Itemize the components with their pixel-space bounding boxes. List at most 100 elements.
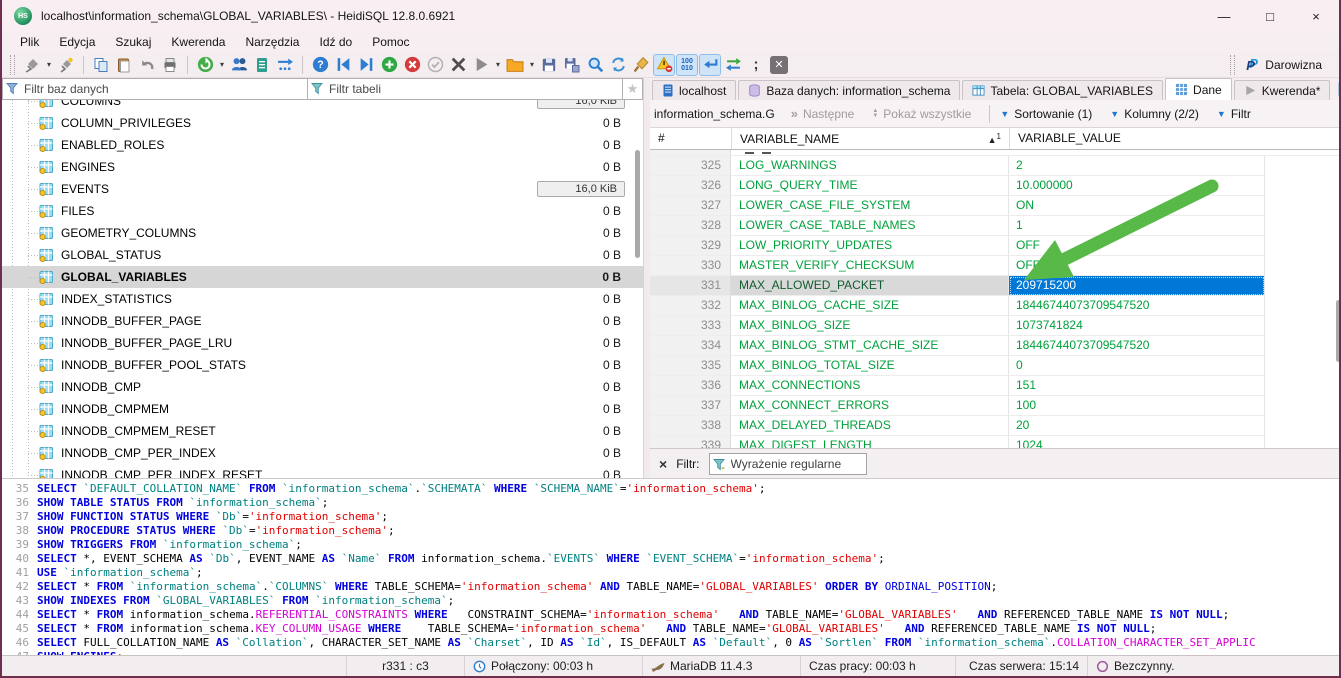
menu-narzędzia[interactable]: Narzędzia	[235, 35, 309, 49]
table-row[interactable]: 338MAX_DELAYED_THREADS20	[650, 416, 1341, 436]
column-header-rownum[interactable]: #	[650, 128, 731, 149]
grid-cell[interactable]: LOW_PRIORITY_UPDATES	[731, 236, 1009, 256]
minimize-button[interactable]: —	[1201, 0, 1247, 32]
grid-cell[interactable]: 0	[1009, 356, 1265, 376]
tree-item-innodb_cmp[interactable]: INNODB_CMP0 B	[2, 376, 643, 398]
grid-cell[interactable]: 334	[650, 336, 731, 356]
grid-cell[interactable]: 329	[650, 236, 731, 256]
grid-cell[interactable]: 339	[650, 436, 731, 448]
grid-cell[interactable]: 338	[650, 416, 731, 436]
tree-item-enabled_roles[interactable]: ENABLED_ROLES0 B	[2, 134, 643, 156]
toolbar-grip[interactable]	[10, 55, 15, 75]
tree-item-geometry_columns[interactable]: GEOMETRY_COLUMNS0 B	[2, 222, 643, 244]
tree-item-global_variables[interactable]: GLOBAL_VARIABLES0 B	[2, 266, 643, 288]
reformat-button[interactable]	[722, 54, 744, 76]
menu-kwerenda[interactable]: Kwerenda	[161, 35, 235, 49]
tree-item-files[interactable]: FILES0 B	[2, 200, 643, 222]
tab-data[interactable]: Dane	[1165, 78, 1232, 100]
new-query-tab-button[interactable]	[1332, 78, 1341, 100]
grid-scrollbar-thumb[interactable]	[1336, 300, 1341, 362]
grid-cell[interactable]: MAX_DELAYED_THREADS	[731, 416, 1009, 436]
tree-item-innodb_buffer_pool_stats[interactable]: INNODB_BUFFER_POOL_STATS0 B	[2, 354, 643, 376]
grid-cell[interactable]: 1024	[1009, 436, 1265, 448]
grid-cell[interactable]: 100	[1009, 396, 1265, 416]
grid-cell[interactable]: 337	[650, 396, 731, 416]
grid-cell[interactable]: MAX_BINLOG_TOTAL_SIZE	[731, 356, 1009, 376]
grid-cell[interactable]: 327	[650, 196, 731, 216]
grid-cell[interactable]: 336	[650, 376, 731, 396]
grid-cell[interactable]: 1	[1009, 216, 1265, 236]
grid-cell[interactable]: 331	[650, 276, 731, 296]
grid-cell[interactable]: MAX_DIGEST_LENGTH	[731, 436, 1009, 448]
table-filter-input[interactable]	[307, 78, 622, 100]
table-row[interactable]: 327LOWER_CASE_FILE_SYSTEMON	[650, 196, 1341, 216]
wrap-lines-toggle-button[interactable]	[699, 54, 721, 76]
paste-button[interactable]	[113, 54, 135, 76]
tab-host[interactable]: localhost	[652, 80, 736, 100]
run-dropdown-icon[interactable]: ▾	[493, 60, 503, 69]
favorites-star-icon[interactable]: ★	[622, 78, 643, 100]
filter-button[interactable]: ▼ Filtr	[1217, 107, 1251, 121]
undo-button[interactable]	[136, 54, 158, 76]
grid-cell[interactable]: OFF	[1009, 256, 1265, 276]
clear-filter-icon[interactable]: ×	[659, 456, 667, 472]
insert-row-button[interactable]	[378, 54, 400, 76]
tree-item-innodb_cmpmem[interactable]: INNODB_CMPMEM0 B	[2, 398, 643, 420]
refresh-button[interactable]	[194, 54, 216, 76]
table-row[interactable]: 335MAX_BINLOG_TOTAL_SIZE0	[650, 356, 1341, 376]
grid-cell[interactable]: LONG_QUERY_TIME	[731, 176, 1009, 196]
table-row[interactable]: 329LOW_PRIORITY_UPDATESOFF	[650, 236, 1341, 256]
table-row[interactable]: 333MAX_BINLOG_SIZE1073741824	[650, 316, 1341, 336]
show-all-rows-button[interactable]: ▲▼ Pokaż wszystkie	[872, 107, 971, 121]
tab-table[interactable]: Tabela: GLOBAL_VARIABLES	[962, 80, 1163, 100]
grid-filter-input[interactable]	[710, 454, 866, 474]
first-record-button[interactable]	[332, 54, 354, 76]
find-button[interactable]	[584, 54, 606, 76]
run-query-button[interactable]	[470, 54, 492, 76]
tree-item-global_status[interactable]: GLOBAL_STATUS0 B	[2, 244, 643, 266]
grid-cell[interactable]: 20	[1009, 416, 1265, 436]
grid-cell[interactable]: 333	[650, 316, 731, 336]
open-dropdown-icon[interactable]: ▾	[527, 60, 537, 69]
table-row[interactable]: 326LONG_QUERY_TIME10.000000	[650, 176, 1341, 196]
table-row[interactable]: 334MAX_BINLOG_STMT_CACHE_SIZE18446744073…	[650, 336, 1341, 356]
menu-idź-do[interactable]: Idź do	[309, 35, 362, 49]
apply-changes-button[interactable]	[424, 54, 446, 76]
save-as-button[interactable]	[561, 54, 583, 76]
grid-cell[interactable]: 325	[650, 156, 731, 176]
stop-on-errors-button[interactable]: ✕	[768, 54, 790, 76]
data-flow-button[interactable]	[274, 54, 296, 76]
grid-cell[interactable]: MAX_CONNECT_ERRORS	[731, 396, 1009, 416]
print-button[interactable]	[159, 54, 181, 76]
menu-szukaj[interactable]: Szukaj	[105, 35, 161, 49]
semicolon-button[interactable]: ;	[745, 54, 767, 76]
help-button[interactable]: ?	[309, 54, 331, 76]
grid-cell[interactable]: 335	[650, 356, 731, 376]
table-row[interactable]: 331MAX_ALLOWED_PACKET209715200	[650, 276, 1341, 296]
menu-pomoc[interactable]: Pomoc	[362, 35, 419, 49]
table-row[interactable]: 330MASTER_VERIFY_CHECKSUMOFF	[650, 256, 1341, 276]
clean-button[interactable]	[630, 54, 652, 76]
tree-scrollbar-thumb[interactable]	[635, 150, 640, 258]
tree-item-events[interactable]: EVENTS16,0 KiB	[2, 178, 643, 200]
database-filter-input[interactable]	[2, 78, 307, 100]
grid-cell[interactable]: 2	[1009, 156, 1265, 176]
table-row[interactable]: 325LOG_WARNINGS2	[650, 156, 1341, 176]
warnings-toggle-button[interactable]	[653, 54, 675, 76]
open-file-button[interactable]	[504, 54, 526, 76]
binary-toggle-button[interactable]: 100010	[676, 54, 698, 76]
grid-cell[interactable]: OFF	[1009, 236, 1265, 256]
grid-cell[interactable]: 209715200	[1009, 276, 1265, 296]
session-manager-button[interactable]	[228, 54, 250, 76]
tab-database[interactable]: Baza danych: information_schema	[738, 80, 960, 100]
grid-cell[interactable]: 326	[650, 176, 731, 196]
grid-cell[interactable]: 18446744073709547520	[1009, 336, 1265, 356]
sorting-button[interactable]: ▼ Sortowanie (1)	[1000, 107, 1092, 121]
tree-item-innodb_buffer_page[interactable]: INNODB_BUFFER_PAGE0 B	[2, 310, 643, 332]
menu-edycja[interactable]: Edycja	[49, 35, 105, 49]
connect-button[interactable]	[21, 54, 43, 76]
tree-item-innodb_cmp_per_index[interactable]: INNODB_CMP_PER_INDEX0 B	[2, 442, 643, 464]
disconnect-button[interactable]	[55, 54, 77, 76]
grid-cell[interactable]: 332	[650, 296, 731, 316]
grid-cell[interactable]: 10.000000	[1009, 176, 1265, 196]
